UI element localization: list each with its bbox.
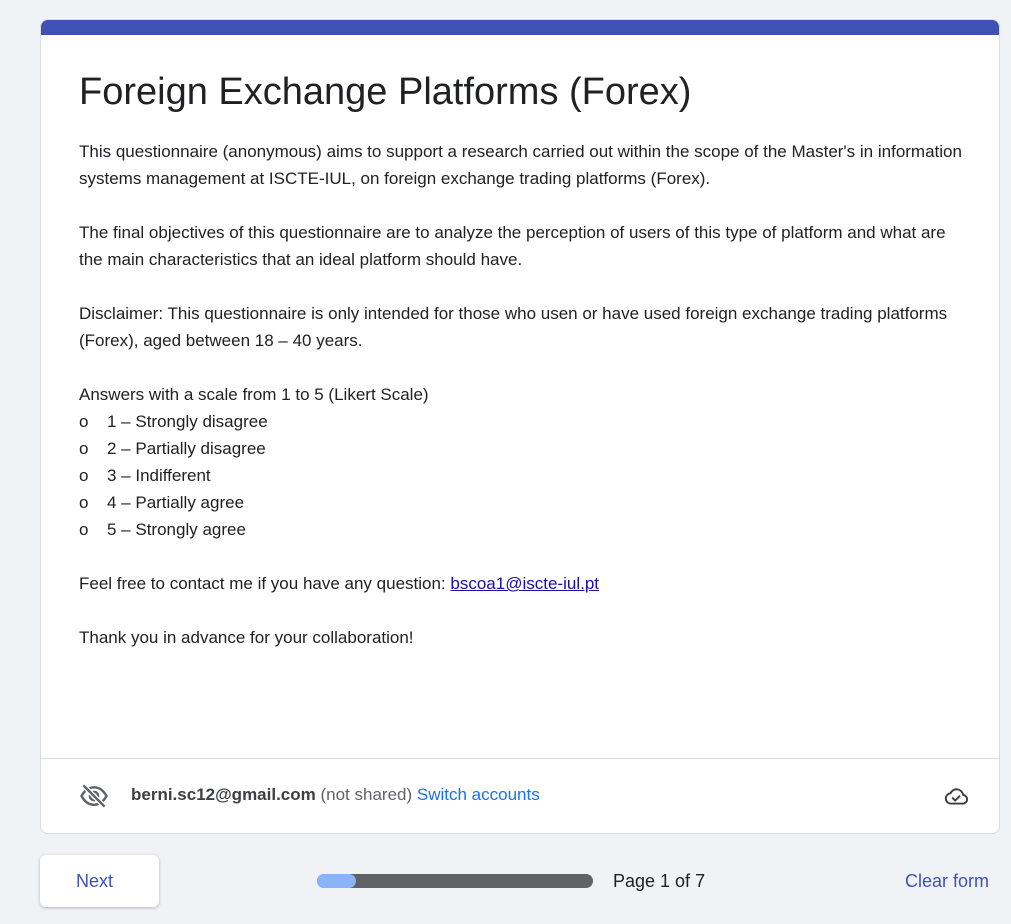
cloud-check-icon: [944, 788, 969, 805]
list-item: o 5 – Strongly agree: [79, 516, 964, 543]
contact-email-link[interactable]: bscoa1@iscte-iul.pt: [450, 574, 599, 593]
eye-off-icon: [80, 783, 108, 809]
likert-label: 5 – Strongly agree: [107, 520, 246, 539]
form-header-card: Foreign Exchange Platforms (Forex) This …: [40, 19, 1000, 834]
list-bullet: o: [79, 439, 89, 458]
thanks-text: Thank you in advance for your collaborat…: [79, 628, 414, 647]
list-bullet: o: [79, 466, 89, 485]
list-bullet: o: [79, 493, 89, 512]
list-bullet: o: [79, 412, 89, 431]
likert-scale-list: o 1 – Strongly disagree o 2 – Partially di…: [79, 408, 964, 543]
likert-label: 2 – Partially disagree: [107, 439, 266, 458]
account-bar: berni.sc12@gmail.com (not shared) Switch…: [41, 758, 999, 833]
description-objectives: The final objectives of this questionnai…: [79, 223, 946, 269]
description-disclaimer: Disclaimer: This questionnaire is only i…: [79, 304, 948, 350]
card-accent-bar: [41, 20, 999, 35]
list-bullet: o: [79, 520, 89, 539]
form-description: This questionnaire (anonymous) aims to s…: [79, 138, 964, 651]
scale-heading: Answers with a scale from 1 to 5 (Likert…: [79, 385, 429, 404]
page-indicator: Page 1 of 7: [613, 871, 706, 891]
account-email: berni.sc12@gmail.com: [131, 785, 316, 804]
description-intro: This questionnaire (anonymous) aims to s…: [79, 142, 962, 188]
progress-bar: [317, 874, 593, 888]
not-shared-label: (not shared): [315, 785, 417, 804]
next-button[interactable]: Next: [40, 855, 159, 907]
likert-label: 1 – Strongly disagree: [107, 412, 268, 431]
list-item: o 2 – Partially disagree: [79, 435, 964, 462]
progress-fill: [317, 874, 357, 888]
likert-label: 4 – Partially agree: [107, 493, 245, 512]
contact-text: Feel free to contact me if you have any …: [79, 574, 451, 593]
account-info: berni.sc12@gmail.com (not shared) Switch…: [131, 783, 540, 807]
form-title: Foreign Exchange Platforms (Forex): [79, 71, 692, 113]
likert-label: 3 – Indifferent: [107, 466, 211, 485]
switch-accounts-link[interactable]: Switch accounts: [417, 785, 540, 804]
form-footer: Next Page 1 of 7 Clear form: [0, 845, 1011, 924]
contact-line: Feel free to contact me if you have any …: [79, 570, 964, 597]
clear-form-button[interactable]: Clear form: [905, 870, 989, 892]
list-item: o 4 – Partially agree: [79, 489, 964, 516]
list-item: o 3 – Indifferent: [79, 462, 964, 489]
list-item: o 1 – Strongly disagree: [79, 408, 964, 435]
